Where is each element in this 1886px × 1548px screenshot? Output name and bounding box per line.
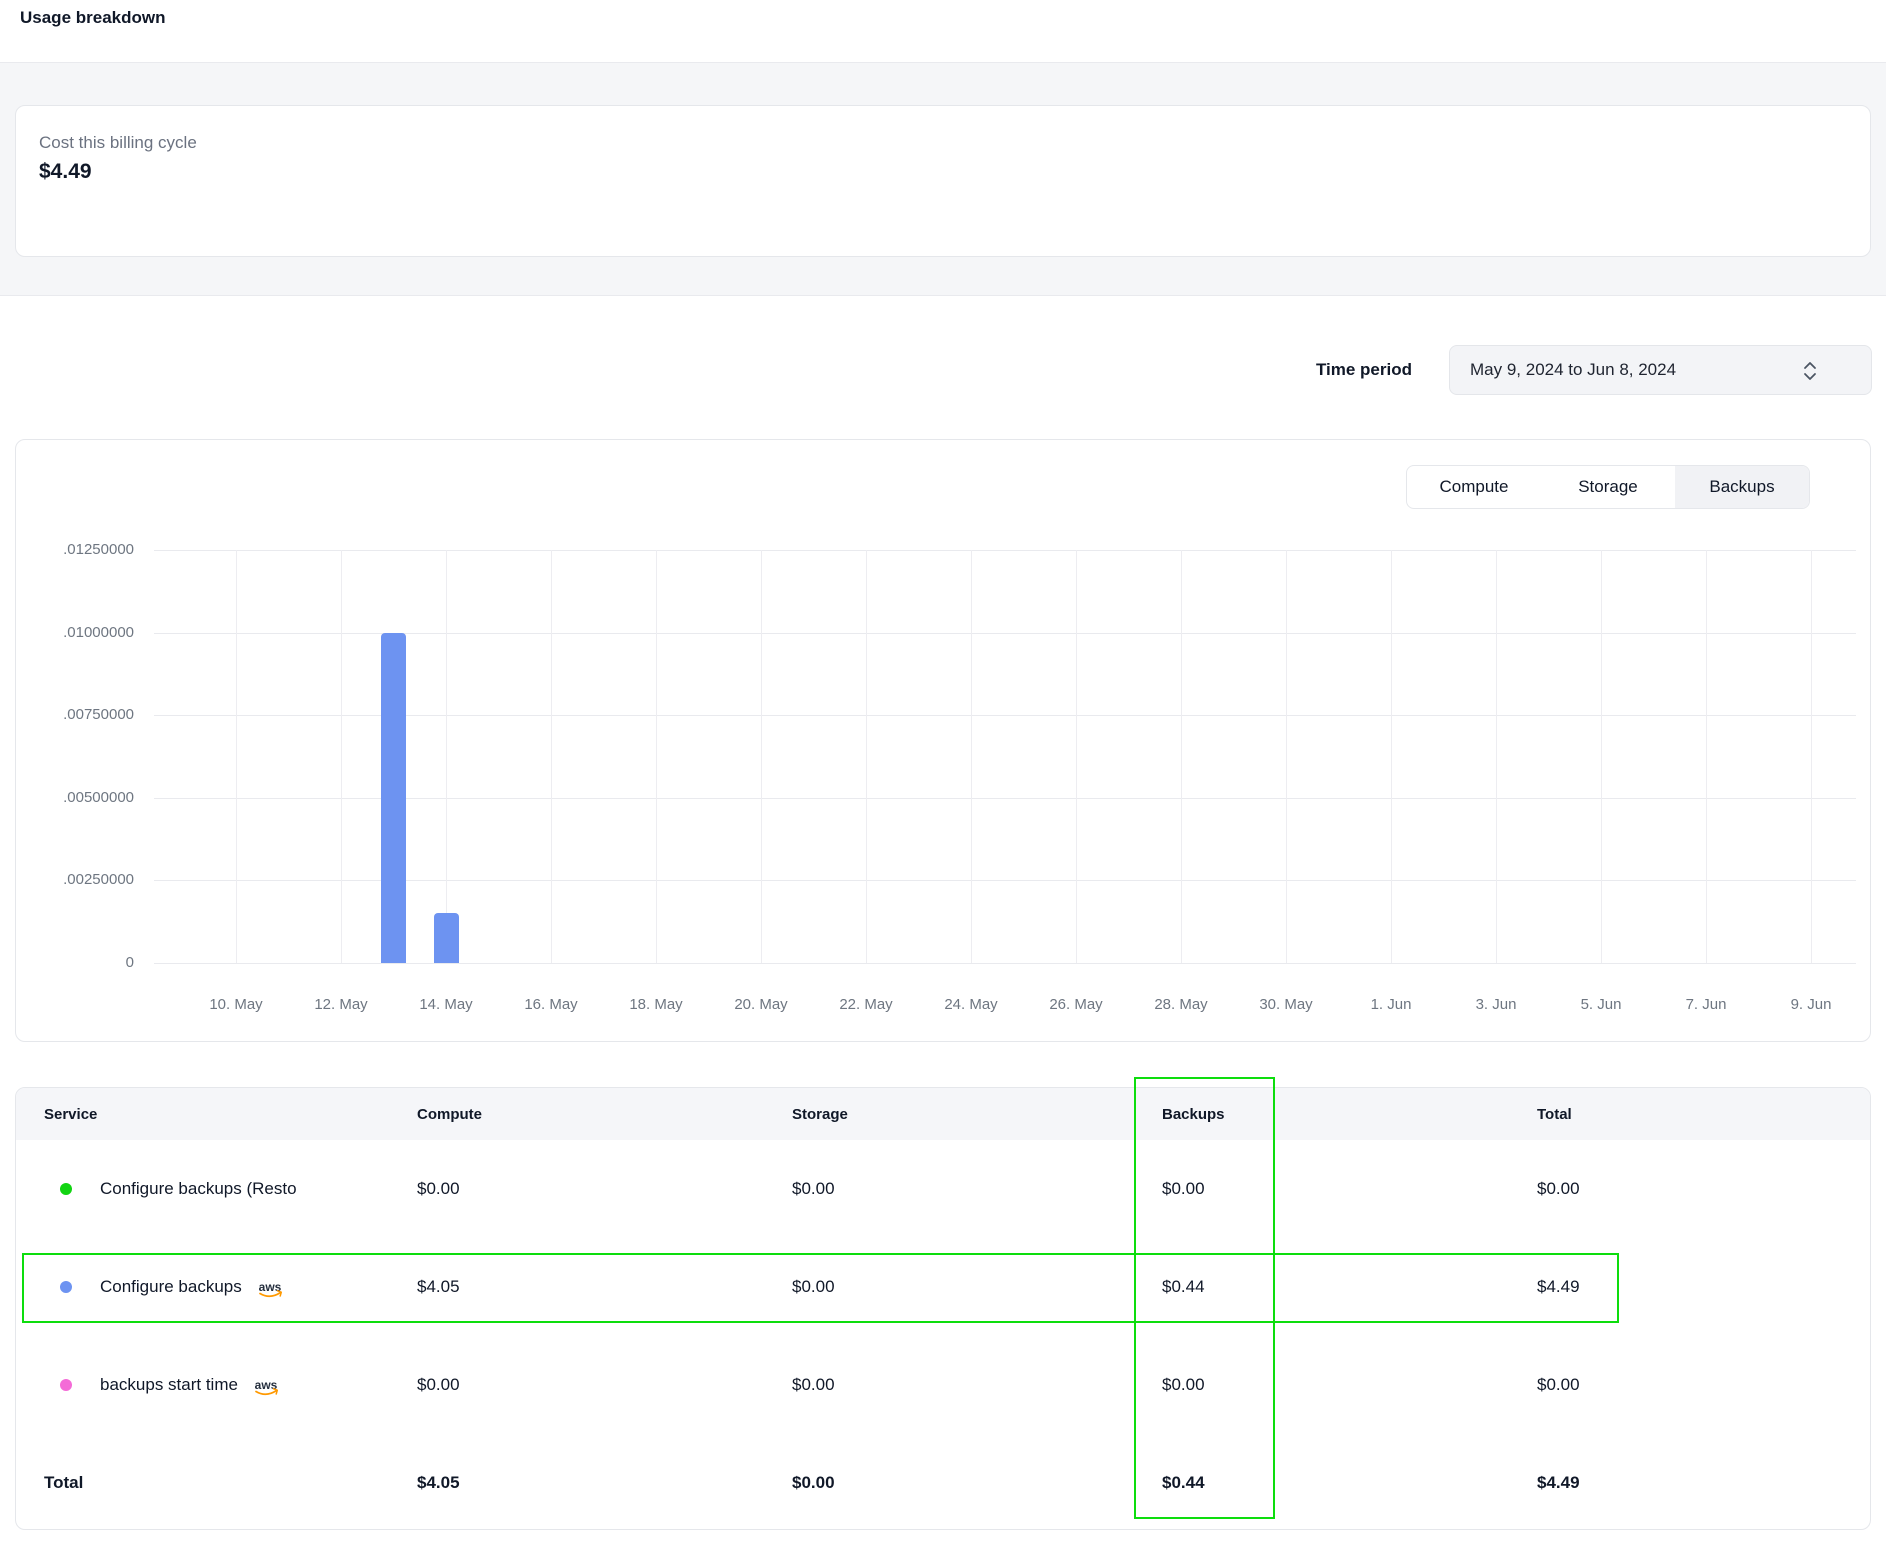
compute-cost: $0.00 <box>417 1179 792 1199</box>
chart-metric-tabs: Compute Storage Backups <box>1406 465 1810 509</box>
chart-vgridline <box>341 550 342 963</box>
total-compute-cost: $4.05 <box>417 1473 792 1493</box>
time-period-row: Time period May 9, 2024 to Jun 8, 2024 <box>0 345 1872 395</box>
compute-cost: $4.05 <box>417 1277 792 1297</box>
chart-hgridline <box>154 963 1856 964</box>
billing-cost-label: Cost this billing cycle <box>39 133 1870 153</box>
x-axis-label: 9. Jun <box>1791 996 1832 1013</box>
chart-vgridline <box>1286 550 1287 963</box>
chart-vgridline <box>971 550 972 963</box>
chart-vgridline <box>1601 550 1602 963</box>
y-axis-label: 0 <box>0 954 134 971</box>
storage-cost: $0.00 <box>792 1375 1162 1395</box>
x-axis-label: 22. May <box>839 996 892 1013</box>
chart-vgridline <box>656 550 657 963</box>
chart-vgridline <box>1811 550 1812 963</box>
backups-cost: $0.00 <box>1162 1375 1537 1395</box>
total-total-cost: $4.49 <box>1537 1473 1870 1493</box>
column-header-backups: Backups <box>1162 1106 1537 1123</box>
time-period-value: May 9, 2024 to Jun 8, 2024 <box>1470 360 1676 380</box>
y-axis-label: .00500000 <box>0 789 134 806</box>
svg-text:aws: aws <box>258 1280 281 1294</box>
series-dot-green <box>60 1183 72 1195</box>
chart-vgridline <box>1076 550 1077 963</box>
storage-cost: $0.00 <box>792 1179 1162 1199</box>
chart-vgridline <box>761 550 762 963</box>
total-backups-cost: $0.44 <box>1162 1473 1537 1493</box>
chart-vgridline <box>446 550 447 963</box>
series-dot-pink <box>60 1379 72 1391</box>
total-row-label: Total <box>44 1473 417 1493</box>
x-axis-label: 28. May <box>1154 996 1207 1013</box>
aws-logo-icon: aws <box>255 1280 287 1300</box>
column-header-storage: Storage <box>792 1106 1162 1123</box>
usage-chart-card: Compute Storage Backups .01250000.010000… <box>15 439 1871 1042</box>
column-header-compute: Compute <box>417 1106 792 1123</box>
total-cost: $0.00 <box>1537 1375 1870 1395</box>
page-title: Usage breakdown <box>20 8 1866 28</box>
billing-cost-value: $4.49 <box>39 160 1870 184</box>
x-axis-label: 10. May <box>209 996 262 1013</box>
storage-cost: $0.00 <box>792 1277 1162 1297</box>
chart-plot: .01250000.01000000.00750000.00500000.002… <box>154 550 1856 963</box>
tab-compute[interactable]: Compute <box>1407 466 1541 508</box>
tab-storage[interactable]: Storage <box>1541 466 1675 508</box>
table-row: backups start time aws $0.00 $0.00 $0.00… <box>16 1336 1870 1434</box>
usage-table: Service Compute Storage Backups Total Co… <box>15 1087 1871 1530</box>
svg-text:aws: aws <box>255 1378 278 1392</box>
x-axis-label: 20. May <box>734 996 787 1013</box>
chart-vgridline <box>1181 550 1182 963</box>
y-axis-label: .01250000 <box>0 541 134 558</box>
x-axis-label: 18. May <box>629 996 682 1013</box>
tab-backups[interactable]: Backups <box>1675 466 1809 508</box>
total-storage-cost: $0.00 <box>792 1473 1162 1493</box>
compute-cost: $0.00 <box>417 1375 792 1395</box>
usage-table-section: Service Compute Storage Backups Total Co… <box>15 1087 1871 1530</box>
page-header: Usage breakdown <box>0 0 1886 62</box>
service-name: Configure backups <box>100 1277 242 1297</box>
backups-cost: $0.44 <box>1162 1277 1537 1297</box>
table-row: Configure backups aws $4.05 $0.00 $0.44 … <box>16 1238 1870 1336</box>
service-name: backups start time <box>100 1375 238 1395</box>
chart-vgridline <box>236 550 237 963</box>
total-cost: $0.00 <box>1537 1179 1870 1199</box>
x-axis-label: 16. May <box>524 996 577 1013</box>
series-dot-blue <box>60 1281 72 1293</box>
y-axis-label: .00250000 <box>0 871 134 888</box>
chart-vgridline <box>1391 550 1392 963</box>
table-header-row: Service Compute Storage Backups Total <box>16 1088 1870 1140</box>
table-row: Configure backups (Resto $0.00 $0.00 $0.… <box>16 1140 1870 1238</box>
service-name: Configure backups (Resto <box>100 1179 297 1199</box>
x-axis-label: 30. May <box>1259 996 1312 1013</box>
x-axis-label: 12. May <box>314 996 367 1013</box>
chart-vgridline <box>551 550 552 963</box>
x-axis-label: 3. Jun <box>1476 996 1517 1013</box>
x-axis-label: 7. Jun <box>1686 996 1727 1013</box>
chart-bar <box>381 633 406 963</box>
table-total-row: Total $4.05 $0.00 $0.44 $4.49 <box>16 1434 1870 1530</box>
chart-vgridline <box>1706 550 1707 963</box>
x-axis-label: 26. May <box>1049 996 1102 1013</box>
chart-bar <box>434 913 459 963</box>
billing-summary-band: Cost this billing cycle $4.49 <box>0 62 1886 296</box>
x-axis-label: 1. Jun <box>1371 996 1412 1013</box>
x-axis-label: 5. Jun <box>1581 996 1622 1013</box>
y-axis-label: .01000000 <box>0 624 134 641</box>
x-axis-label: 24. May <box>944 996 997 1013</box>
billing-cost-card: Cost this billing cycle $4.49 <box>15 105 1871 257</box>
chart-vgridline <box>1496 550 1497 963</box>
total-cost: $4.49 <box>1537 1277 1870 1297</box>
backups-cost: $0.00 <box>1162 1179 1537 1199</box>
column-header-total: Total <box>1537 1106 1870 1123</box>
y-axis-label: .00750000 <box>0 706 134 723</box>
chevron-up-down-icon <box>1801 360 1819 382</box>
time-period-select[interactable]: May 9, 2024 to Jun 8, 2024 <box>1449 345 1872 395</box>
time-period-label: Time period <box>1316 360 1412 380</box>
column-header-service: Service <box>44 1106 417 1123</box>
x-axis-label: 14. May <box>419 996 472 1013</box>
aws-logo-icon: aws <box>251 1378 283 1398</box>
chart-vgridline <box>866 550 867 963</box>
